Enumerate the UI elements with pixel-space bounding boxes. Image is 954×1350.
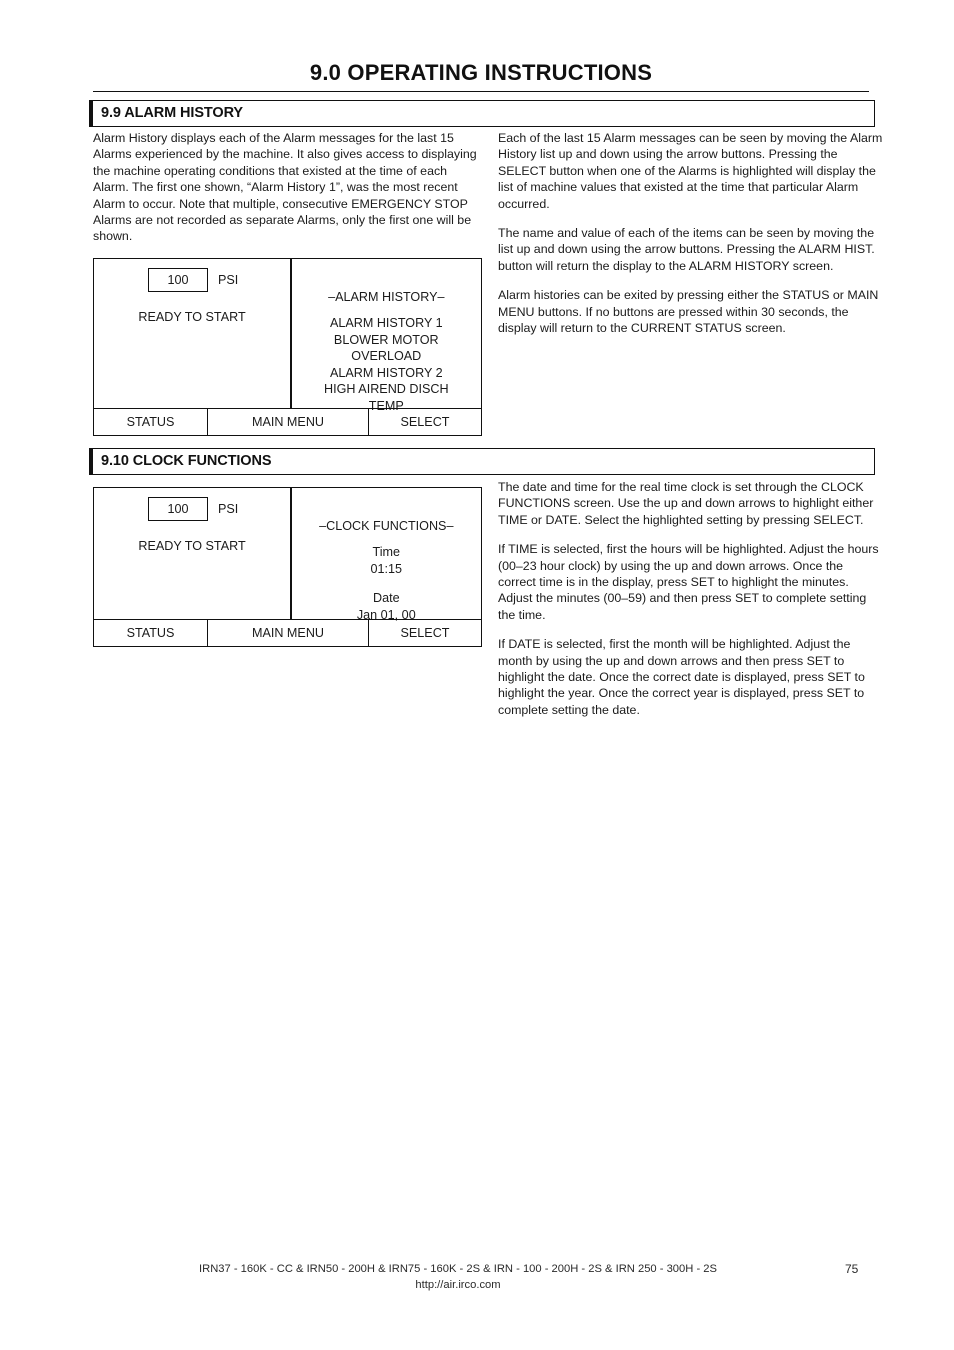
paragraph: If TIME is selected, first the hours wil… xyxy=(498,542,879,622)
alarm-history-display-diagram: 100 PSI READY TO START –ALARM HISTORY– A… xyxy=(93,258,482,436)
paragraph: Alarm histories can be exited by pressin… xyxy=(498,288,879,336)
display-screen-area: 100 PSI READY TO START –ALARM HISTORY– A… xyxy=(94,259,481,413)
clock-functions-display-diagram: 100 PSI READY TO START –CLOCK FUNCTIONS–… xyxy=(93,487,482,647)
section-header-alarm-history: 9.9 ALARM HISTORY xyxy=(89,100,875,127)
pressure-unit-label: PSI xyxy=(218,273,239,287)
footer-model-list: IRN37 - 160K - CC & IRN50 - 200H & IRN75… xyxy=(199,1263,717,1275)
page-number: 75 xyxy=(845,1262,859,1276)
time-value: 01:15 xyxy=(370,561,403,576)
main-menu-button[interactable]: MAIN MENU xyxy=(208,620,369,646)
time-setting-group: Time 01:15 xyxy=(292,544,481,577)
clock-settings-list: Time 01:15 Date Jan 01, 00 xyxy=(292,544,481,623)
page-title: 9.0 OPERATING INSTRUCTIONS xyxy=(309,60,653,85)
paragraph: If DATE is selected, first the month wil… xyxy=(498,637,865,717)
paragraph: The date and time for the real time cloc… xyxy=(498,480,874,527)
display-screen-area: 100 PSI READY TO START –CLOCK FUNCTIONS–… xyxy=(94,488,481,622)
pressure-unit-label: PSI xyxy=(218,502,239,516)
paragraph: Alarm History displays each of the Alarm… xyxy=(93,131,477,244)
section-9-9-left-column: Alarm History displays each of the Alarm… xyxy=(93,130,478,245)
date-label: Date xyxy=(372,591,400,606)
screen-title-alarm-history: –ALARM HISTORY– xyxy=(328,290,445,304)
paragraph: The name and value of each of the items … xyxy=(498,226,875,273)
display-button-bar: STATUS MAIN MENU SELECT xyxy=(94,619,481,646)
select-button[interactable]: SELECT xyxy=(369,620,481,646)
list-item: ALARM HISTORY 2 xyxy=(329,365,443,380)
pressure-readout-row: 100 PSI xyxy=(94,497,290,521)
section-header-clock-functions: 9.10 CLOCK FUNCTIONS xyxy=(89,448,875,475)
alarm-history-list: ALARM HISTORY 1 BLOWER MOTOR OVERLOAD AL… xyxy=(292,315,481,415)
list-item: HIGH AIREND DISCH xyxy=(324,382,449,397)
paragraph: Each of the last 15 Alarm messages can b… xyxy=(498,131,883,211)
section-header-label-9-9: 9.9 ALARM HISTORY xyxy=(101,105,243,121)
select-button[interactable]: SELECT xyxy=(369,409,481,435)
display-button-bar: STATUS MAIN MENU SELECT xyxy=(94,408,481,435)
pressure-value-box: 100 xyxy=(148,268,208,292)
document-page: 9.0 OPERATING INSTRUCTIONS 9.9 ALARM HIS… xyxy=(0,0,954,1350)
list-item: ALARM HISTORY 1 xyxy=(329,316,443,330)
display-left-pane: 100 PSI READY TO START xyxy=(94,259,290,408)
main-menu-button[interactable]: MAIN MENU xyxy=(208,409,369,435)
footer-url: http://air.irco.com xyxy=(415,1279,501,1291)
pressure-readout-row: 100 PSI xyxy=(94,268,290,292)
display-right-pane: –CLOCK FUNCTIONS– Time 01:15 Date Jan 01… xyxy=(292,488,481,622)
section-9-10-right-column: The date and time for the real time cloc… xyxy=(498,479,884,718)
section-header-label-9-10: 9.10 CLOCK FUNCTIONS xyxy=(101,453,272,469)
title-divider-rule xyxy=(93,91,869,92)
pressure-value-box: 100 xyxy=(148,497,208,521)
page-footer: IRN37 - 160K - CC & IRN50 - 200H & IRN75… xyxy=(93,1261,823,1293)
machine-status-text: READY TO START xyxy=(138,539,246,553)
status-button[interactable]: STATUS xyxy=(94,620,208,646)
status-button[interactable]: STATUS xyxy=(94,409,208,435)
display-right-pane: –ALARM HISTORY– ALARM HISTORY 1 BLOWER M… xyxy=(292,259,481,413)
screen-title-clock-functions: –CLOCK FUNCTIONS– xyxy=(319,519,454,533)
time-label: Time xyxy=(372,545,401,559)
section-9-9-right-column: Each of the last 15 Alarm messages can b… xyxy=(498,130,884,336)
list-item: OVERLOAD xyxy=(351,349,422,364)
list-item: BLOWER MOTOR xyxy=(333,332,439,347)
display-left-pane: 100 PSI READY TO START xyxy=(94,488,290,619)
machine-status-text: READY TO START xyxy=(138,310,246,324)
